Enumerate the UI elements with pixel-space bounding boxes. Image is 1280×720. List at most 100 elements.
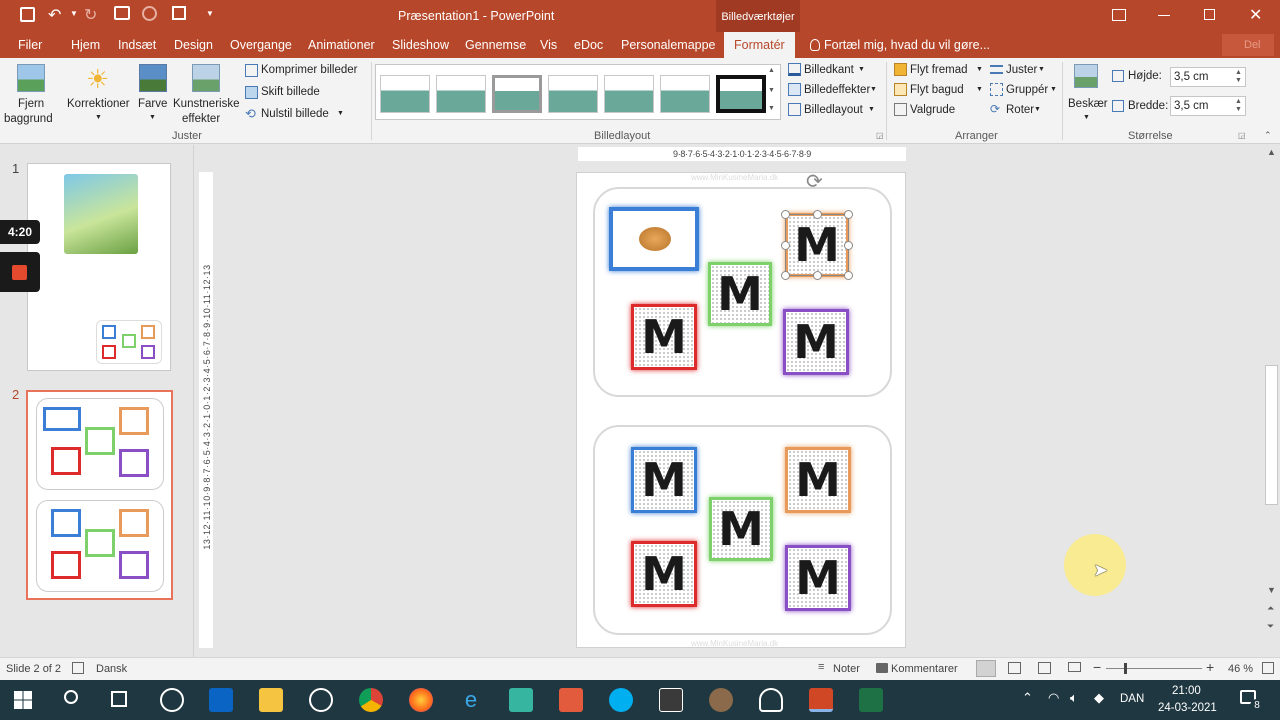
m-tile-red-top[interactable]: M [631, 304, 697, 370]
tab-filer[interactable]: Filer [18, 32, 42, 58]
compress-pictures-button[interactable]: Komprimer billeder [243, 62, 368, 80]
resize-handle[interactable] [781, 271, 790, 280]
group-button[interactable]: Gruppér ▼ [988, 82, 1058, 100]
share-button[interactable]: Del [1222, 34, 1274, 56]
people-icon[interactable] [309, 688, 333, 712]
notes-button[interactable]: Noter [833, 663, 860, 675]
undo-dropdown-icon[interactable]: ▼ [70, 9, 78, 18]
dropbox-icon[interactable]: ◆ [1094, 690, 1104, 706]
firefox-icon[interactable] [409, 688, 433, 712]
remove-background-button[interactable]: Fjern baggrund [2, 60, 58, 126]
search-icon[interactable] [64, 690, 78, 704]
dialog-launcher-icon[interactable]: ◲ [1238, 131, 1246, 140]
resize-handle[interactable] [844, 271, 853, 280]
selection-pane-button[interactable]: Valgrude [892, 102, 984, 120]
picture-layout-button[interactable]: Billedlayout ▼ [786, 102, 876, 120]
artistic-effects-button[interactable]: Kunstneriske effekter [172, 60, 242, 128]
zoom-out-icon[interactable]: − [1093, 659, 1101, 675]
m-tile-orange-bottom[interactable]: M [785, 447, 851, 513]
picture-style-2[interactable] [436, 75, 486, 113]
touch-mode-icon[interactable] [142, 6, 157, 21]
height-spin-icon[interactable]: ▲ ▼ [1235, 69, 1242, 85]
resize-handle[interactable] [844, 241, 853, 250]
send-backward-button[interactable]: Flyt bagud ▼ [892, 82, 984, 100]
notes-icon[interactable]: ≡ [818, 661, 824, 673]
selection-box[interactable] [785, 214, 849, 276]
tab-personalemappe[interactable]: Personalemappe [621, 32, 716, 58]
height-input[interactable]: 3,5 cm ▲ ▼ [1170, 67, 1246, 87]
present-icon[interactable] [114, 6, 130, 20]
tab-edoc[interactable]: eDoc [574, 32, 603, 58]
zoom-slider[interactable] [1106, 663, 1202, 674]
dialog-launcher-icon[interactable]: ◲ [876, 131, 884, 140]
corrections-button[interactable]: ☀ Korrektioner ▼ [64, 60, 134, 128]
comments-button[interactable]: Kommentarer [891, 663, 958, 675]
rotate-button[interactable]: ⟳ Roter ▼ [988, 102, 1058, 120]
resize-handle[interactable] [813, 271, 822, 280]
tab-animationer[interactable]: Animationer [308, 32, 375, 58]
save-icon[interactable] [20, 7, 35, 22]
slide-sorter-icon[interactable] [1008, 662, 1021, 674]
minimize-icon[interactable] [1158, 15, 1170, 16]
tab-indsaet[interactable]: Indsæt [118, 32, 156, 58]
zoom-slider-thumb[interactable] [1124, 663, 1127, 674]
paint-icon[interactable] [709, 688, 733, 712]
internet-explorer-icon[interactable]: e [459, 688, 483, 712]
change-picture-button[interactable]: Skift billede [243, 84, 368, 102]
previous-slide-icon[interactable]: ⏶ [1267, 603, 1274, 614]
tab-vis[interactable]: Vis [540, 32, 557, 58]
rotate-handle-icon[interactable]: ⟳ [806, 169, 823, 194]
gallery-scroll-up-icon[interactable]: ▲ [768, 67, 775, 74]
zoom-in-icon[interactable]: + [1206, 659, 1214, 675]
next-slide-icon[interactable]: ⏷ [1267, 621, 1274, 632]
windows-start-icon[interactable] [14, 691, 32, 709]
outlook-icon[interactable] [209, 688, 233, 712]
excel-icon[interactable] [859, 688, 883, 712]
close-icon[interactable]: ✕ [1249, 5, 1262, 25]
width-spin-icon[interactable]: ▲ ▼ [1235, 98, 1242, 114]
picture-style-3[interactable] [492, 75, 542, 113]
aula-icon[interactable] [509, 688, 533, 712]
redo-icon[interactable]: ↻ [84, 5, 97, 25]
m-tile-red-bottom[interactable]: M [631, 541, 697, 607]
tab-hjem[interactable]: Hjem [71, 32, 100, 58]
fit-to-window-icon[interactable] [1262, 662, 1274, 674]
m-tile-blue-bottom[interactable]: M [631, 447, 697, 513]
picture-style-6[interactable] [660, 75, 710, 113]
picture-style-5[interactable] [604, 75, 654, 113]
tab-formater[interactable]: Formatér [724, 32, 795, 58]
powerpoint-icon[interactable] [809, 688, 833, 712]
ribbon-display-icon[interactable] [1112, 9, 1126, 21]
resize-handle[interactable] [844, 210, 853, 219]
skype-icon[interactable] [609, 688, 633, 712]
scroll-down-icon[interactable]: ▼ [1267, 585, 1276, 595]
chrome-icon[interactable] [359, 688, 383, 712]
normal-view-icon[interactable] [976, 660, 996, 677]
tasks-app-icon[interactable] [559, 688, 583, 712]
crop-button[interactable]: Beskær ▼ [1066, 60, 1108, 128]
picture-style-7[interactable] [716, 75, 766, 113]
microphone-icon[interactable] [759, 688, 783, 712]
zoom-level[interactable]: 46 % [1228, 663, 1253, 675]
volume-icon[interactable]: 🔈︎ [1070, 690, 1078, 706]
cookie-picture[interactable] [609, 207, 699, 271]
clock-date[interactable]: 24-03-2021 [1158, 702, 1217, 714]
picture-border-button[interactable]: Billedkant ▼ [786, 62, 876, 80]
reading-view-icon[interactable] [1038, 662, 1051, 674]
scroll-up-icon[interactable]: ▲ [1267, 147, 1276, 157]
width-input[interactable]: 3,5 cm ▲ ▼ [1170, 96, 1246, 116]
collapse-ribbon-icon[interactable]: ⌃ [1264, 130, 1272, 141]
slide-thumbnail-2[interactable] [26, 390, 173, 600]
picture-effects-button[interactable]: Billedeffekter ▼ [786, 82, 877, 100]
shapes-icon[interactable] [172, 6, 186, 20]
bring-forward-button[interactable]: Flyt fremad ▼ [892, 62, 984, 80]
calculator-icon[interactable] [659, 688, 683, 712]
slide-canvas[interactable]: www.MinKusineMaria.dk M M M M ⟳ M M M M … [576, 169, 906, 648]
gallery-more-icon[interactable]: ▼ [768, 105, 775, 112]
customize-qat-icon[interactable]: ▼ [206, 9, 214, 18]
picture-style-1[interactable] [380, 75, 430, 113]
tab-gennemse[interactable]: Gennemse [465, 32, 526, 58]
tab-overgange[interactable]: Overgange [230, 32, 292, 58]
show-hidden-icons-icon[interactable]: ⌃ [1022, 690, 1033, 706]
edge-legacy-icon[interactable] [160, 688, 184, 712]
